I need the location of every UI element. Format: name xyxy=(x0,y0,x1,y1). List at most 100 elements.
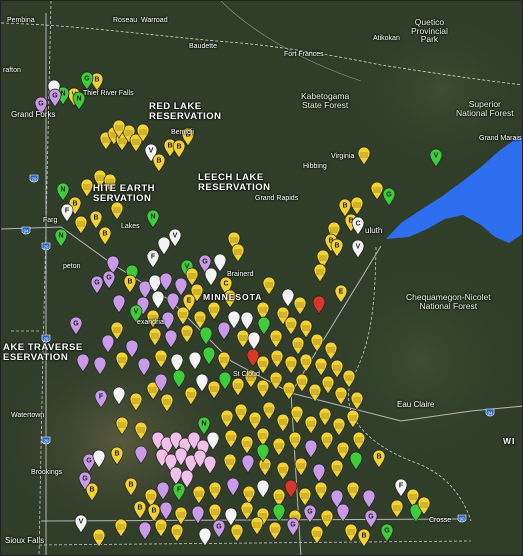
city-label-fort-frances: Fort Frances xyxy=(284,51,324,58)
marker-letter: B xyxy=(176,144,181,151)
marker-letter: G xyxy=(94,280,100,287)
reservation-label-lake-traverse: AKE TRAVERSE ESERVATION xyxy=(3,342,83,363)
city-label-pembina: Pembina xyxy=(7,17,35,24)
svg-text:90: 90 xyxy=(459,517,465,522)
marker-letter: B xyxy=(167,143,172,150)
city-label-virginia: Virginia xyxy=(331,153,355,160)
city-label-watertown: Watertown xyxy=(11,412,45,419)
marker-letter: G xyxy=(73,321,79,328)
marker-letter: G xyxy=(307,509,313,516)
marker-letter: V xyxy=(356,244,361,251)
marker-letter: F xyxy=(177,487,182,494)
city-label-la-crosse: Crosse xyxy=(429,517,452,524)
marker-letter: G xyxy=(384,528,390,535)
marker-letter: F xyxy=(399,483,404,490)
reservation-label-leech-lake: LEECH LAKE RESERVATION xyxy=(198,172,271,193)
city-label-eau-claire: Eau Claire xyxy=(397,400,435,409)
park-label-chequamegon: Chequamegon-Nicolet National Forest xyxy=(406,292,491,311)
marker-letter: N xyxy=(76,96,81,103)
marker-letter: C xyxy=(223,281,228,288)
marker-letter: B xyxy=(102,231,107,238)
marker-letter: G xyxy=(106,275,112,282)
svg-text:94: 94 xyxy=(487,411,493,416)
marker-letter: B xyxy=(376,454,381,461)
marker-letter: E xyxy=(187,298,192,305)
marker-letter: E xyxy=(339,289,344,296)
marker-letter: B xyxy=(342,203,347,210)
state-label-wi: WI xyxy=(503,436,516,446)
marker-letter: B xyxy=(89,487,94,494)
marker-letter: F xyxy=(65,208,70,215)
marker-letter: V xyxy=(79,519,84,526)
park-label-superior: Superior National Forest xyxy=(456,99,514,118)
svg-text:29: 29 xyxy=(43,439,49,444)
marker-letter: G xyxy=(216,524,222,531)
marker-letter: V xyxy=(173,233,178,240)
park-label-quetico: Quetico Provincial Park xyxy=(411,17,448,44)
city-label-grand-marais: Grand Marais xyxy=(479,135,522,142)
marker-letter: N xyxy=(150,214,155,221)
city-label-brookings: Brookings xyxy=(31,469,63,476)
map-basemap[interactable]: BGVGNNGBBVBBVNBFBBNNGBBCBVBVVFGBGGCEVEGF… xyxy=(1,1,523,556)
park-label-kabetogama: Kabetogama State Forest xyxy=(301,91,350,110)
city-label-detroit-lakes: Lakes xyxy=(121,223,140,230)
marker-letter: B xyxy=(156,158,161,165)
marker-letter: B xyxy=(127,279,132,286)
marker-letter: B xyxy=(72,201,77,208)
state-label-minnesota: MINNESOTA xyxy=(203,292,263,302)
city-label-grafton: rafton xyxy=(3,67,21,74)
highway-shield-90: 90 xyxy=(457,511,467,523)
marker-letter: V xyxy=(134,309,139,316)
city-label-bemidji: Bemidji xyxy=(171,129,194,136)
svg-text:29: 29 xyxy=(43,245,49,250)
marker-letter: N xyxy=(201,421,206,428)
marker-letter: G xyxy=(290,522,296,529)
marker-letter: G xyxy=(82,476,88,483)
marker-letter: B xyxy=(137,505,142,512)
reservation-label-white-earth: HITE EARTH SERVATION xyxy=(93,183,155,204)
marker-letter: V xyxy=(434,153,439,160)
marker-letter: N xyxy=(58,233,63,240)
city-label-atikokan: Atikokan xyxy=(373,35,400,42)
city-label-grand-rapids: Grand Rapids xyxy=(255,195,299,202)
marker-letter: B xyxy=(114,451,119,458)
city-label-duluth: uluth xyxy=(365,226,383,235)
marker-letter: G xyxy=(84,76,90,83)
marker-letter: V xyxy=(149,148,154,155)
marker-letter: F xyxy=(151,254,156,261)
city-label-wahpeton: peton xyxy=(63,263,81,270)
marker-letter: G xyxy=(38,101,44,108)
city-label-grand-forks: Grand Forks xyxy=(11,110,56,119)
reservation-label-red-lake: RED LAKE RESERVATION xyxy=(149,101,222,122)
city-label-hibbing: Hibbing xyxy=(303,163,327,170)
highway-shield-29-c: 29 xyxy=(41,331,51,343)
city-label-fargo: Farg xyxy=(43,217,58,224)
city-label-baudette: Baudette xyxy=(189,43,218,50)
city-label-roseau: Roseau xyxy=(113,17,138,24)
city-label-warroad: Warroad xyxy=(141,17,168,24)
map-view[interactable]: BGVGNNGBBVBBVNBFBBNNGBBCBVBVVFGBGGCEVEGF… xyxy=(0,0,523,556)
svg-text:29: 29 xyxy=(43,337,49,342)
highway-shield-94-b: 94 xyxy=(485,405,495,417)
marker-letter: B xyxy=(94,77,99,84)
marker-letter: B xyxy=(151,508,156,515)
marker-letter: G xyxy=(52,93,58,100)
city-label-thief-river-falls: Thief River Falls xyxy=(83,90,134,97)
marker-letter: G xyxy=(202,259,208,266)
city-label-brainerd: Brainerd xyxy=(227,271,254,278)
highway-shield-29-d: 29 xyxy=(41,433,51,445)
svg-text:29: 29 xyxy=(31,177,37,182)
marker-letter: B xyxy=(361,533,366,540)
marker-letter: B xyxy=(334,243,339,250)
svg-text:94: 94 xyxy=(23,229,29,234)
highway-shield-94: 94 xyxy=(21,223,31,235)
marker-letter: N xyxy=(60,187,65,194)
marker-letter: G xyxy=(86,458,92,465)
marker-letter: B xyxy=(128,482,133,489)
highway-shield-29-b: 29 xyxy=(41,239,51,251)
highway-shield-29: 29 xyxy=(29,171,39,183)
marker-letter: B xyxy=(93,215,98,222)
city-label-sioux-falls: Sioux Falls xyxy=(5,536,45,545)
city-label-alexandria: exandria xyxy=(137,319,164,326)
marker-letter: C xyxy=(355,221,360,228)
